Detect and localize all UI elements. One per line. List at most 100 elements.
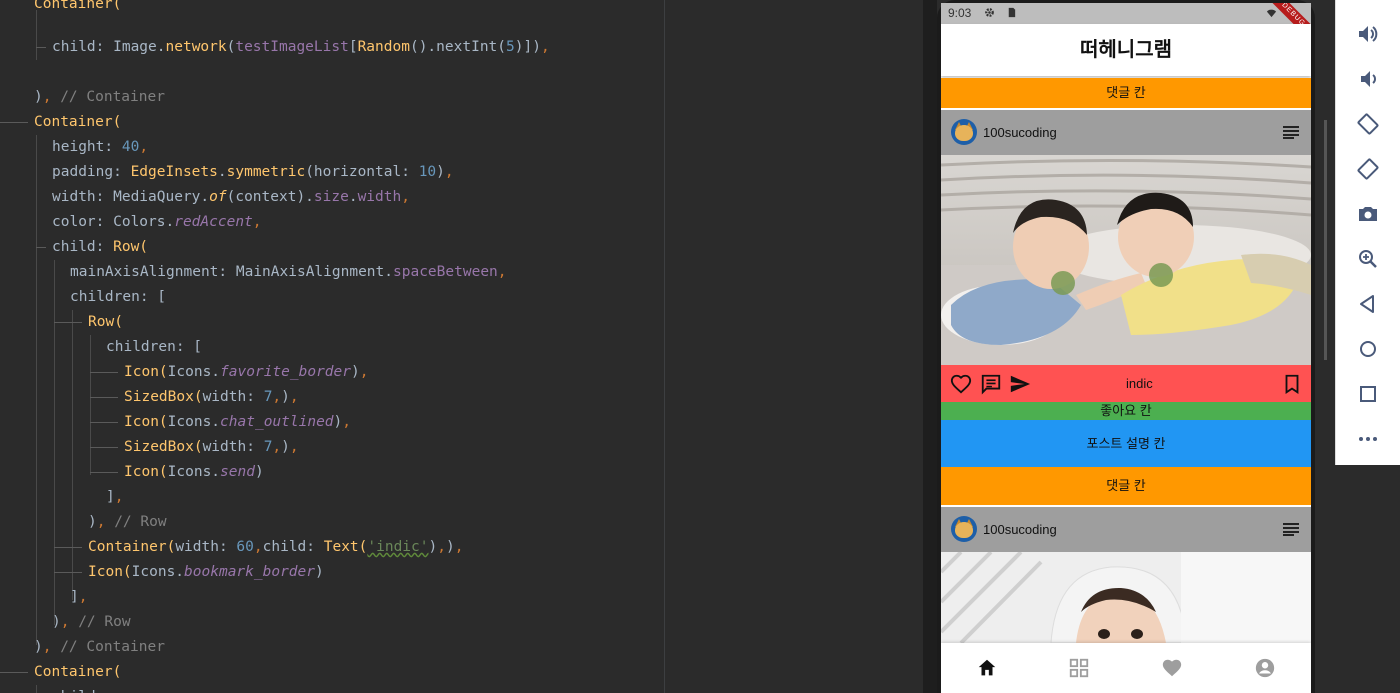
chat-outlined-icon[interactable] <box>980 373 1002 395</box>
babies-photo <box>941 155 1311 365</box>
code-token: , <box>497 264 507 280</box>
code-token: ) <box>436 164 445 180</box>
code-token: , <box>139 139 149 155</box>
status-bar: 9:03 DEBUG <box>941 3 1311 48</box>
zoom-icon[interactable] <box>1356 247 1380 271</box>
code-token: , <box>114 489 124 505</box>
code-token: , <box>253 539 263 555</box>
code-line[interactable]: Icon(Icons.chat_outlined), <box>124 410 351 435</box>
post-username[interactable]: 100sucoding <box>983 125 1057 140</box>
code-token: symmetric <box>226 164 306 180</box>
home-icon[interactable] <box>976 657 998 679</box>
code-token: color: Colors. <box>52 214 175 230</box>
avatar[interactable] <box>951 119 977 145</box>
heart-icon[interactable] <box>1161 657 1183 679</box>
code-token: ] <box>70 589 79 605</box>
code-token: 5 <box>506 39 515 55</box>
code-token: 40 <box>121 139 140 155</box>
code-line[interactable]: mainAxisAlignment: MainAxisAlignment.spa… <box>70 260 507 285</box>
indent-guide <box>36 247 46 248</box>
indent-guide <box>90 447 118 448</box>
account-icon[interactable] <box>1254 657 1276 679</box>
code-line[interactable]: Icon(Icons.send) <box>124 460 264 485</box>
phone-frame: 9:03 DEBUG 떠헤니그램 댓글 칸 100sucoding indic … <box>937 0 1315 693</box>
code-line[interactable]: Container( <box>34 0 121 17</box>
post-menu-icon[interactable] <box>1283 126 1299 139</box>
overview-icon[interactable] <box>1356 382 1380 406</box>
code-token: , <box>540 39 550 55</box>
code-token: Text( <box>323 539 368 555</box>
send-icon[interactable] <box>1009 373 1031 395</box>
scrollbar[interactable] <box>1324 120 1327 360</box>
code-line[interactable]: Icon(Icons.favorite_border), <box>124 360 368 385</box>
code-token: height: <box>52 139 122 155</box>
code-line[interactable]: padding: EdgeInsets.symmetric(horizontal… <box>52 160 454 185</box>
post-header: 100sucoding <box>941 507 1311 552</box>
code-token: , <box>437 539 446 555</box>
post-menu-icon[interactable] <box>1283 523 1299 536</box>
code-token: network <box>165 39 227 55</box>
home-circle-icon[interactable] <box>1356 337 1380 361</box>
code-line[interactable]: Container( <box>34 660 121 685</box>
code-token: Icon( <box>88 564 132 580</box>
code-line[interactable]: ), // Container <box>34 635 165 660</box>
indent-guide <box>54 260 55 625</box>
code-line[interactable]: Container(width: 60,child: Text('indic')… <box>88 535 463 560</box>
code-token: (horizontal: <box>305 164 419 180</box>
code-line[interactable]: child: <box>52 685 113 693</box>
ide-background <box>1335 465 1400 693</box>
sdcard-icon <box>1008 7 1016 18</box>
settings-icon <box>985 8 994 17</box>
code-line[interactable]: color: Colors.redAccent, <box>52 210 262 235</box>
code-line[interactable]: children: [ <box>70 285 166 310</box>
code-line[interactable]: child: Row( <box>52 235 148 260</box>
code-token: Icons. <box>131 564 185 580</box>
code-line[interactable]: width: MediaQuery.of(context).size.width… <box>52 185 410 210</box>
code-token: favorite_border <box>220 364 351 380</box>
code-token: child: <box>52 39 114 55</box>
code-editor[interactable]: Container( child: Image.network(testImage… <box>0 0 923 693</box>
code-line[interactable]: height: 40, <box>52 135 148 160</box>
code-line[interactable]: children: [ <box>106 335 202 360</box>
favorite-border-icon[interactable] <box>950 373 972 395</box>
code-line[interactable]: child: Image.network (testImageList[Rando… <box>52 35 550 60</box>
comment-strip: 댓글 칸 <box>941 78 1311 108</box>
rotate-left-icon[interactable] <box>1356 112 1380 136</box>
rotate-right-icon[interactable] <box>1356 157 1380 181</box>
code-token: children: [ <box>70 289 167 305</box>
volume-down-icon[interactable] <box>1356 67 1380 91</box>
indent-guide <box>90 335 91 475</box>
code-token: // Container <box>60 89 165 105</box>
code-token: ) <box>351 364 360 380</box>
back-icon[interactable] <box>1356 292 1380 316</box>
code-line[interactable]: ], <box>106 485 123 510</box>
editor-right-margin-line <box>664 0 665 693</box>
code-line[interactable]: ), // Container <box>34 85 165 110</box>
code-token: padding: <box>52 164 131 180</box>
code-line[interactable]: ), // Row <box>52 610 131 635</box>
emulator-toolbar <box>1335 0 1400 465</box>
code-token: mainAxisAlignment: MainAxisAlignment. <box>70 264 394 280</box>
code-token: Container( <box>34 0 122 12</box>
code-line[interactable]: Icon(Icons.bookmark_border) <box>88 560 324 585</box>
code-token: )]) <box>514 39 541 55</box>
camera-icon[interactable] <box>1356 202 1380 226</box>
code-line[interactable]: Row( <box>88 310 123 335</box>
code-token: children: [ <box>106 339 203 355</box>
post-username[interactable]: 100sucoding <box>983 522 1057 537</box>
avatar[interactable] <box>951 516 977 542</box>
code-token: Icon( <box>124 464 168 480</box>
code-line[interactable]: ], <box>70 585 87 610</box>
phone-screen[interactable]: 9:03 DEBUG 떠헤니그램 댓글 칸 100sucoding indic … <box>941 3 1311 693</box>
code-token: SizedBox( <box>124 439 203 455</box>
bookmark-border-icon[interactable] <box>1281 373 1303 395</box>
more-icon[interactable] <box>1356 427 1380 451</box>
baby-photo <box>941 552 1311 643</box>
grid-icon[interactable] <box>1068 657 1090 679</box>
code-token: . <box>348 189 358 205</box>
code-line[interactable]: ), // Row <box>88 510 167 535</box>
code-line[interactable]: SizedBox(width: 7,), <box>124 385 299 410</box>
code-line[interactable]: Container( <box>34 110 121 135</box>
code-line[interactable]: SizedBox(width: 7,), <box>124 435 299 460</box>
volume-up-icon[interactable] <box>1356 22 1380 46</box>
